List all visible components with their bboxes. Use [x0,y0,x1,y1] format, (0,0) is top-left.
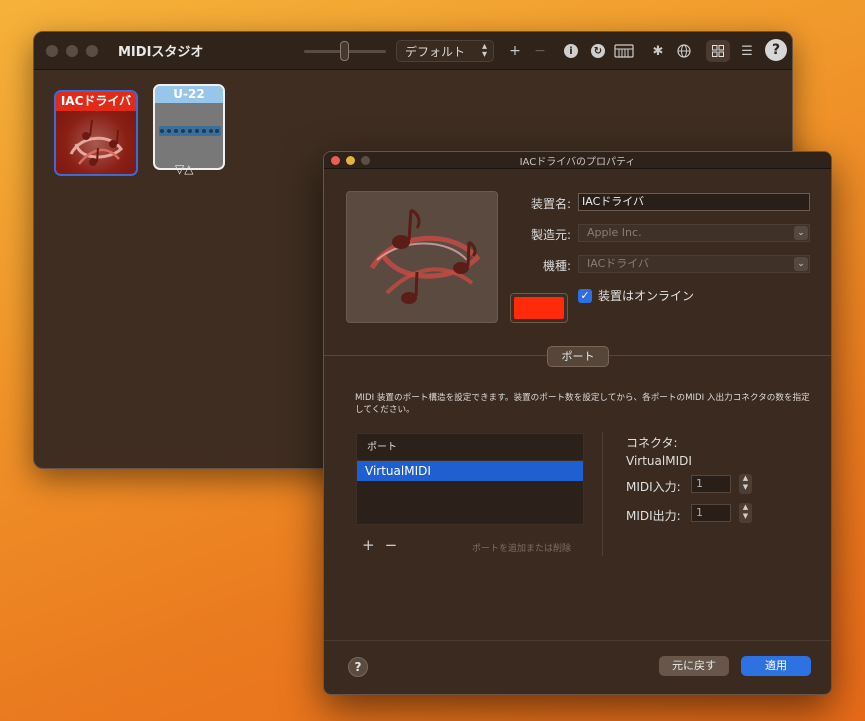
properties-titlebar: IACドライバのプロパティ [324,152,831,169]
midi-in-stepper[interactable]: ▲ ▼ [739,474,752,494]
music-notes-icon [56,111,136,174]
grid-icon [712,45,724,57]
midi-in-field[interactable]: 1 [691,475,731,493]
remove-port-button[interactable]: − [385,536,398,554]
list-icon: ☰ [741,43,753,59]
manufacturer-field[interactable]: Apple Inc. ⌄ [578,224,810,242]
help-button[interactable]: ? [348,657,368,677]
add-remove-hint: ポートを追加または削除 [472,544,572,554]
midi-in-label: MIDI入力: [626,480,681,494]
midi-out-field[interactable]: 1 [691,504,731,522]
device-iac-driver[interactable]: IACドライバ [54,90,138,176]
model-label: 機種: [542,259,571,273]
main-toolbar: MIDIスタジオ デフォルト ▴ ▾ + − i ↻ ✱ ☰ ? [34,32,792,70]
configuration-select-value: デフォルト [405,44,466,59]
rescan-button[interactable]: ↻ [588,41,608,61]
close-window-button[interactable] [46,44,58,57]
iac-properties-window: IACドライバのプロパティ 装置名: IACドライバ 製造元: Apple In… [323,151,832,695]
online-checkbox[interactable]: ✓ [578,288,592,303]
rescan-icon: ↻ [591,44,605,58]
port-triangles-icon: ▽△ [175,162,194,176]
midi-out-stepper[interactable]: ▲ ▼ [739,503,752,523]
music-notes-icon [369,208,481,304]
manufacturer-value: Apple Inc. [587,226,642,239]
color-fill [514,297,564,319]
icon-size-slider-knob[interactable] [340,41,349,61]
port-add-remove: + − [362,536,397,554]
add-configuration-button[interactable]: + [505,41,525,61]
device-name-label: 装置名: [530,197,571,211]
midi-out-label: MIDI出力: [626,509,681,523]
question-icon: ? [771,42,781,58]
window-title: IACドライバのプロパティ [519,156,636,168]
port-table: ポート VirtualMIDI [356,433,584,525]
list-view-button[interactable]: ☰ [737,41,757,61]
keyboard-icon [614,44,634,58]
apply-button[interactable]: 適用 [741,656,811,676]
globe-icon [677,44,691,58]
chevron-down-icon: ⌄ [794,257,808,271]
revert-button[interactable]: 元に戻す [659,656,729,676]
online-checkbox-row[interactable]: ✓ 装置はオンライン [578,287,694,304]
window-title: MIDIスタジオ [118,45,204,60]
zoom-window-button[interactable] [86,44,98,57]
test-setup-button[interactable] [614,41,634,61]
midi-in-value: 1 [696,477,703,490]
configuration-select[interactable]: デフォルト ▴ ▾ [396,40,494,62]
device-name-field[interactable]: IACドライバ [578,193,810,211]
midi-out-value: 1 [696,506,703,519]
vertical-separator [602,432,603,556]
port-description: MIDI 装置のポート構造を設定できます。装置のポート数を設定してから、各ポート… [355,393,810,415]
model-value: IACドライバ [587,257,650,270]
device-icon-well[interactable] [346,191,498,323]
window-controls [46,44,98,57]
model-field[interactable]: IACドライバ ⌄ [578,255,810,273]
network-button[interactable] [674,41,694,61]
device-name-value: IACドライバ [582,195,645,208]
icon-view-button[interactable] [706,40,730,62]
bluetooth-icon: ✱ [652,43,664,59]
remove-configuration-button[interactable]: − [530,41,550,61]
port-row-virtualmidi[interactable]: VirtualMIDI [357,461,583,481]
connector-name: VirtualMIDI [626,454,692,468]
info-icon: i [564,44,578,58]
plus-icon: + [509,43,521,59]
device-label: U-22 [155,86,223,103]
port-table-header: ポート [357,434,583,461]
minimize-window-button[interactable] [66,44,78,57]
footer-divider [324,640,831,641]
chevron-updown-icon: ▴ ▾ [481,41,487,60]
bluetooth-button[interactable]: ✱ [648,41,668,61]
interface-icon [159,126,221,136]
device-color-well[interactable] [510,293,568,323]
connector-title: コネクタ: [626,436,678,450]
device-label: IACドライバ [56,92,136,111]
tab-ports[interactable]: ポート [547,346,609,367]
online-checkbox-label: 装置はオンライン [598,289,695,303]
chevron-down-icon: ⌄ [794,226,808,240]
info-button[interactable]: i [561,41,581,61]
add-port-button[interactable]: + [362,536,375,554]
minus-icon: − [534,43,546,59]
help-button[interactable]: ? [765,39,787,61]
manufacturer-label: 製造元: [530,228,571,242]
device-u22[interactable]: U-22 [153,84,225,170]
